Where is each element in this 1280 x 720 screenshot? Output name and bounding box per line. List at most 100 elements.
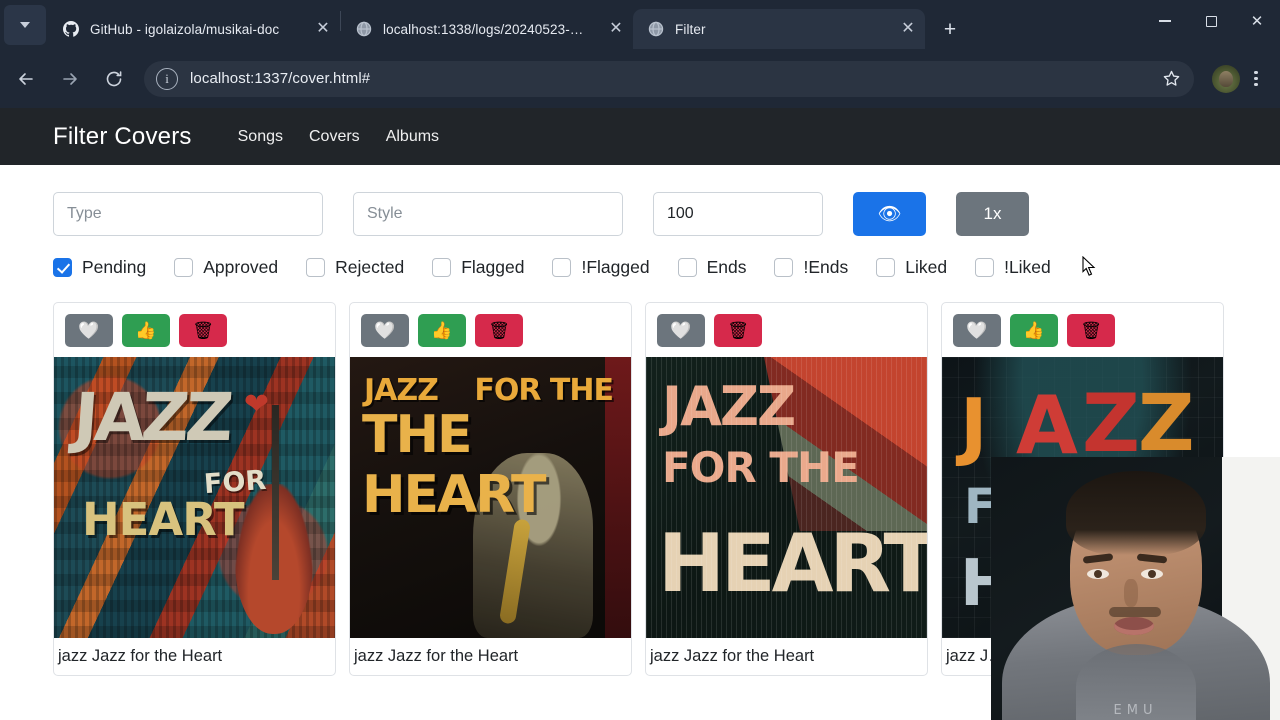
checkbox-label: !Ends xyxy=(803,257,848,278)
checkbox-ends[interactable]: Ends xyxy=(678,257,747,278)
checkbox-liked[interactable]: Liked xyxy=(876,257,947,278)
reject-button[interactable]: 🗑 xyxy=(1067,314,1115,347)
checkbox-box[interactable] xyxy=(306,258,325,277)
favorite-button[interactable]: 🤍 xyxy=(657,314,705,347)
close-icon[interactable]: ✕ xyxy=(310,16,336,42)
approve-button[interactable]: 👍 xyxy=(1010,314,1058,347)
site-info-icon[interactable]: i xyxy=(156,68,178,90)
limit-input[interactable] xyxy=(653,192,823,236)
close-icon[interactable]: ✕ xyxy=(603,16,629,42)
checkbox-approved[interactable]: Approved xyxy=(174,257,278,278)
tab-title: Filter xyxy=(675,22,895,37)
checkbox-box[interactable] xyxy=(678,258,697,277)
maximize-button[interactable] xyxy=(1188,0,1234,42)
browser-tab-filter[interactable]: Filter ✕ xyxy=(633,9,925,49)
card-actions: 🤍 🗑 xyxy=(646,303,927,357)
cover-card[interactable]: 🤍 👍 🗑 JAZZ FOR HEART ❤ jazz Jazz for the… xyxy=(53,302,336,676)
favorite-button[interactable]: 🤍 xyxy=(361,314,409,347)
address-bar[interactable]: i localhost:1337/cover.html# xyxy=(144,61,1194,97)
forward-button[interactable] xyxy=(50,59,90,99)
checkbox-label: !Flagged xyxy=(581,257,649,278)
preview-button[interactable]: 👁 xyxy=(853,192,926,236)
checkbox-pending[interactable]: Pending xyxy=(53,257,146,278)
checkbox-not-ends[interactable]: !Ends xyxy=(774,257,848,278)
nav-link-covers[interactable]: Covers xyxy=(309,128,360,146)
eye-icon: 👁 xyxy=(877,205,901,224)
window-controls: ✕ xyxy=(1142,0,1280,42)
globe-icon xyxy=(355,21,372,38)
url-text[interactable]: localhost:1337/cover.html# xyxy=(190,70,1154,87)
github-icon xyxy=(62,21,79,38)
checkbox-box[interactable] xyxy=(174,258,193,277)
reject-button[interactable]: 🗑 xyxy=(179,314,227,347)
checkbox-box[interactable] xyxy=(774,258,793,277)
checkbox-box[interactable] xyxy=(432,258,451,277)
favorite-button[interactable]: 🤍 xyxy=(65,314,113,347)
cover-art-image[interactable]: JAZZ FOR HEART ❤ xyxy=(54,357,335,638)
checkbox-box[interactable] xyxy=(975,258,994,277)
filters-row: 👁 1x xyxy=(53,165,1227,236)
cover-art-text-line3: HEART xyxy=(658,517,927,610)
reload-icon xyxy=(104,69,124,89)
reject-button[interactable]: 🗑 xyxy=(475,314,523,347)
checkbox-box[interactable] xyxy=(876,258,895,277)
status-filter-checkboxes: Pending Approved Rejected Flagged !Flagg… xyxy=(53,257,1227,278)
cover-art-text-line2: FOR THE xyxy=(474,373,613,408)
browser-toolbar: i localhost:1337/cover.html# xyxy=(0,49,1280,108)
cover-card[interactable]: 🤍 🗑 JAZZ FOR THE HEART jazz Jazz for the… xyxy=(645,302,928,676)
browser-tab-github[interactable]: GitHub - igolaizola/musikai-doc ✕ xyxy=(48,9,340,49)
checkbox-label: Approved xyxy=(203,257,278,278)
cover-art-text-line1: JAZZ xyxy=(71,379,232,456)
approve-button[interactable]: 👍 xyxy=(122,314,170,347)
card-caption: jazz Jazz for the Heart xyxy=(350,638,631,675)
favorite-button[interactable]: 🤍 xyxy=(953,314,1001,347)
checkbox-label: Flagged xyxy=(461,257,524,278)
style-input[interactable] xyxy=(353,192,623,236)
checkbox-box[interactable] xyxy=(552,258,571,277)
close-icon: ✕ xyxy=(1251,12,1264,30)
profile-avatar[interactable] xyxy=(1212,65,1240,93)
type-input[interactable] xyxy=(53,192,323,236)
checkbox-rejected[interactable]: Rejected xyxy=(306,257,404,278)
new-tab-button[interactable]: + xyxy=(935,14,965,44)
checkbox-flagged[interactable]: Flagged xyxy=(432,257,524,278)
bookmark-star-icon[interactable] xyxy=(1154,62,1188,96)
cover-card[interactable]: 🤍 👍 🗑 JAZZ FOR THE THE HEART jazz Jazz f… xyxy=(349,302,632,676)
close-window-button[interactable]: ✕ xyxy=(1234,0,1280,42)
nav-link-albums[interactable]: Albums xyxy=(386,128,439,146)
nav-link-songs[interactable]: Songs xyxy=(238,128,283,146)
cover-art-image[interactable]: JAZZ FOR THE THE HEART xyxy=(350,357,631,638)
browser-menu-icon[interactable] xyxy=(1244,62,1268,96)
close-icon[interactable]: ✕ xyxy=(895,16,921,42)
checkbox-label: Ends xyxy=(707,257,747,278)
tab-search-button[interactable] xyxy=(4,5,46,45)
checkbox-box[interactable] xyxy=(53,258,72,277)
cover-art-text-line2: FOR THE xyxy=(662,443,859,492)
page-title: Filter Covers xyxy=(53,123,192,151)
person-eye-right xyxy=(1141,569,1163,579)
person-mouth xyxy=(1114,617,1154,635)
minimize-button[interactable] xyxy=(1142,0,1188,42)
approve-button[interactable]: 👍 xyxy=(418,314,466,347)
nav-links: Songs Covers Albums xyxy=(238,128,439,146)
chevron-down-icon xyxy=(20,22,30,28)
checkbox-not-liked[interactable]: !Liked xyxy=(975,257,1051,278)
globe-icon xyxy=(647,21,664,38)
site-navbar: Filter Covers Songs Covers Albums xyxy=(0,108,1280,165)
cover-art-image[interactable]: JAZZ FOR THE HEART xyxy=(646,357,927,638)
hoodie-text: EMU xyxy=(1114,703,1158,718)
cover-art-letter-j: J xyxy=(960,383,983,469)
cover-art-text-line3: HEART xyxy=(82,493,244,546)
browser-tab-logs[interactable]: localhost:1338/logs/20240523-… ✕ xyxy=(341,9,633,49)
cello-neck-shape xyxy=(272,405,279,580)
card-caption: jazz Jazz for the Heart xyxy=(646,638,927,675)
reload-button[interactable] xyxy=(94,59,134,99)
tab-strip: GitHub - igolaizola/musikai-doc ✕ localh… xyxy=(0,0,1280,49)
minimize-icon xyxy=(1159,20,1171,22)
person-eye-left xyxy=(1087,569,1109,579)
cover-art-text-line3: THE HEART xyxy=(362,405,631,525)
reject-button[interactable]: 🗑 xyxy=(714,314,762,347)
zoom-button[interactable]: 1x xyxy=(956,192,1029,236)
checkbox-not-flagged[interactable]: !Flagged xyxy=(552,257,649,278)
back-button[interactable] xyxy=(6,59,46,99)
